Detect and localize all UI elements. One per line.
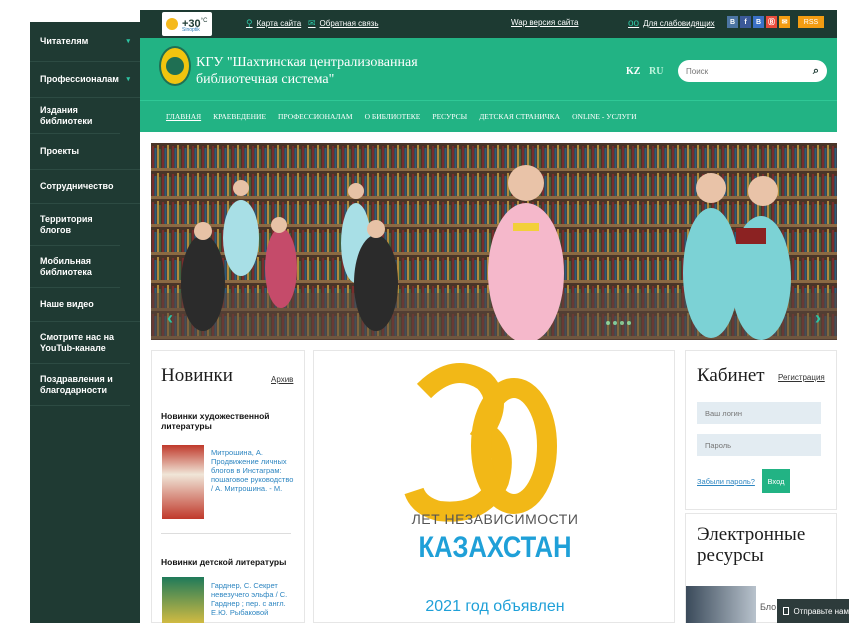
- anniversary-line2: КАЗАХСТАН: [418, 531, 572, 564]
- low-vision-link[interactable]: oo Для слабовидящих: [628, 18, 715, 29]
- search-input[interactable]: [686, 66, 796, 76]
- weather-widget[interactable]: +30 °C Sinoptik: [162, 12, 212, 36]
- low-vision-label: Для слабовидящих: [643, 19, 715, 28]
- sidebar-item-youtube[interactable]: Смотрите нас на YouTub-канале: [30, 322, 130, 364]
- fiction-category-title: Новинки художественной литературы: [161, 411, 270, 431]
- lang-kz-link[interactable]: KZ: [626, 66, 640, 77]
- site-map-link[interactable]: ⚲ Карта сайта: [246, 18, 301, 29]
- sidebar-item-readers[interactable]: Читателям ▾: [30, 22, 140, 62]
- sidebar-item-publications[interactable]: Издания библиотеки: [30, 98, 120, 134]
- feedback-label: Обратная связь: [319, 19, 379, 28]
- cabinet-panel: Кабинет Регистрация Забыли пароль? Вход: [685, 350, 837, 510]
- register-link[interactable]: Регистрация: [778, 373, 825, 382]
- vk-icon[interactable]: В: [727, 16, 738, 28]
- sidebar-item-mobile-library[interactable]: Мобильная библиотека: [30, 246, 120, 288]
- lang-ru-link[interactable]: RU: [649, 66, 663, 77]
- sidebar-item-cooperation[interactable]: Сотрудничество: [30, 170, 140, 204]
- nav-about[interactable]: О БИБЛИОТЕКЕ: [365, 112, 421, 121]
- wap-link[interactable]: Wap версия сайта: [511, 18, 578, 27]
- book-cover[interactable]: [162, 445, 204, 519]
- sidebar-item-label: Поздравления и благодарности: [40, 373, 113, 395]
- search-box: ⌕: [678, 60, 827, 82]
- site-title[interactable]: КГУ "Шахтинская централизованная библиот…: [196, 54, 436, 88]
- e-resources-title: Электронные ресурсы: [697, 524, 806, 566]
- archive-link[interactable]: Архив: [271, 375, 293, 384]
- book-description-link[interactable]: Гарднер, С. Секрет невезучего эльфа / С.…: [211, 581, 295, 621]
- forgot-password-link[interactable]: Забыли пароль?: [697, 477, 755, 486]
- chat-label: Отправьте нам: [793, 606, 849, 616]
- sidebar-item-label: Проекты: [40, 146, 80, 156]
- mail-icon[interactable]: ✉: [779, 16, 790, 28]
- password-field[interactable]: [697, 434, 821, 456]
- sidebar-item-label: Профессионалам: [40, 74, 119, 84]
- sidebar-item-label: Сотрудничество: [40, 181, 114, 191]
- sidebar-item-label: Читателям: [40, 36, 89, 46]
- nav-professionals[interactable]: ПРОФЕССИОНАЛАМ: [278, 112, 353, 121]
- divider: [161, 533, 291, 534]
- new-arrivals-panel: Новинки Архив Новинки художественной лит…: [151, 350, 305, 623]
- location-pin-icon: ⚲: [246, 18, 253, 28]
- sidebar-item-video[interactable]: Наше видео: [30, 288, 140, 322]
- prev-slide-arrow[interactable]: ‹: [163, 308, 177, 328]
- book-description-link[interactable]: Митрошина, А. Продвижение личных блогов …: [211, 448, 295, 512]
- weather-unit: °C: [200, 18, 208, 24]
- site-map-label: Карта сайта: [256, 19, 302, 28]
- chat-button[interactable]: Отправьте нам: [777, 599, 849, 623]
- left-sidebar: Читателям ▾ Профессионалам ▾ Издания биб…: [30, 22, 140, 623]
- sidebar-item-congratulations[interactable]: Поздравления и благодарности: [30, 364, 130, 406]
- nav-kids[interactable]: ДЕТСКАЯ СТРАНИЧКА: [479, 112, 560, 121]
- sidebar-item-professionals[interactable]: Профессионалам ▾: [30, 62, 140, 98]
- weather-brand: Sinoptik: [182, 27, 200, 33]
- kids-category-title: Новинки детской литературы: [161, 557, 287, 567]
- e-resource-thumb[interactable]: [686, 586, 756, 623]
- login-button[interactable]: Вход: [762, 469, 790, 493]
- sun-icon: [166, 18, 178, 30]
- vk-alt-icon[interactable]: В: [753, 16, 764, 28]
- nav-home[interactable]: ГЛАВНАЯ: [166, 112, 201, 121]
- anniversary-line1: ЛЕТ НЕЗАВИСИМОСТИ: [411, 511, 579, 527]
- book-cover[interactable]: [162, 577, 204, 623]
- slide-dots: [606, 321, 631, 325]
- new-arrivals-title: Новинки: [161, 365, 233, 386]
- chevron-down-icon: ▾: [126, 38, 130, 45]
- main-nav: ГЛАВНАЯ КРАЕВЕДЕНИЕ ПРОФЕССИОНАЛАМ О БИБ…: [140, 100, 837, 132]
- sidebar-item-label: Наше видео: [40, 299, 94, 309]
- chevron-down-icon: ▾: [126, 76, 130, 83]
- anniversary-banner[interactable]: ЛЕТ НЕЗАВИСИМОСТИ КАЗАХСТАН 2021 год объ…: [313, 350, 675, 623]
- login-field[interactable]: [697, 402, 821, 424]
- sidebar-item-blogs[interactable]: Территория блогов: [30, 204, 120, 246]
- sidebar-item-label: Смотрите нас на YouTub-канале: [40, 331, 115, 353]
- nav-local-history[interactable]: КРАЕВЕДЕНИЕ: [213, 112, 266, 121]
- hero-banner[interactable]: ‹ ›: [151, 143, 837, 340]
- blog-icon[interactable]: Ⓑ: [766, 16, 777, 28]
- cabinet-title: Кабинет: [697, 365, 765, 386]
- anniversary-line3: 2021 год объявлен: [425, 598, 565, 615]
- sidebar-item-label: Мобильная библиотека: [40, 255, 92, 277]
- banner-image: [151, 143, 837, 340]
- facebook-icon[interactable]: f: [740, 16, 751, 28]
- sidebar-item-label: Территория блогов: [40, 213, 93, 235]
- sidebar-item-label: Издания библиотеки: [40, 104, 93, 126]
- site-header: КГУ "Шахтинская централизованная библиот…: [140, 38, 837, 100]
- nav-online[interactable]: ONLINE - УСЛУГИ: [572, 112, 636, 121]
- page: Читателям ▾ Профессионалам ▾ Издания биб…: [0, 0, 849, 623]
- sidebar-item-projects[interactable]: Проекты: [30, 134, 140, 170]
- envelope-icon: ✉: [308, 18, 316, 28]
- library-logo[interactable]: [159, 46, 191, 86]
- nav-resources[interactable]: РЕСУРСЫ: [432, 112, 467, 121]
- top-bar: +30 °C Sinoptik ⚲ Карта сайта ✉ Обратная…: [140, 10, 837, 38]
- next-slide-arrow[interactable]: ›: [811, 308, 825, 328]
- thirty-logo: [404, 363, 557, 522]
- wap-label: Wap версия сайта: [511, 18, 579, 27]
- glasses-icon: oo: [628, 18, 640, 29]
- envelope-icon: [783, 607, 790, 615]
- search-icon[interactable]: ⌕: [813, 65, 819, 78]
- feedback-link[interactable]: ✉ Обратная связь: [308, 18, 379, 29]
- rss-icon[interactable]: RSS: [798, 16, 824, 28]
